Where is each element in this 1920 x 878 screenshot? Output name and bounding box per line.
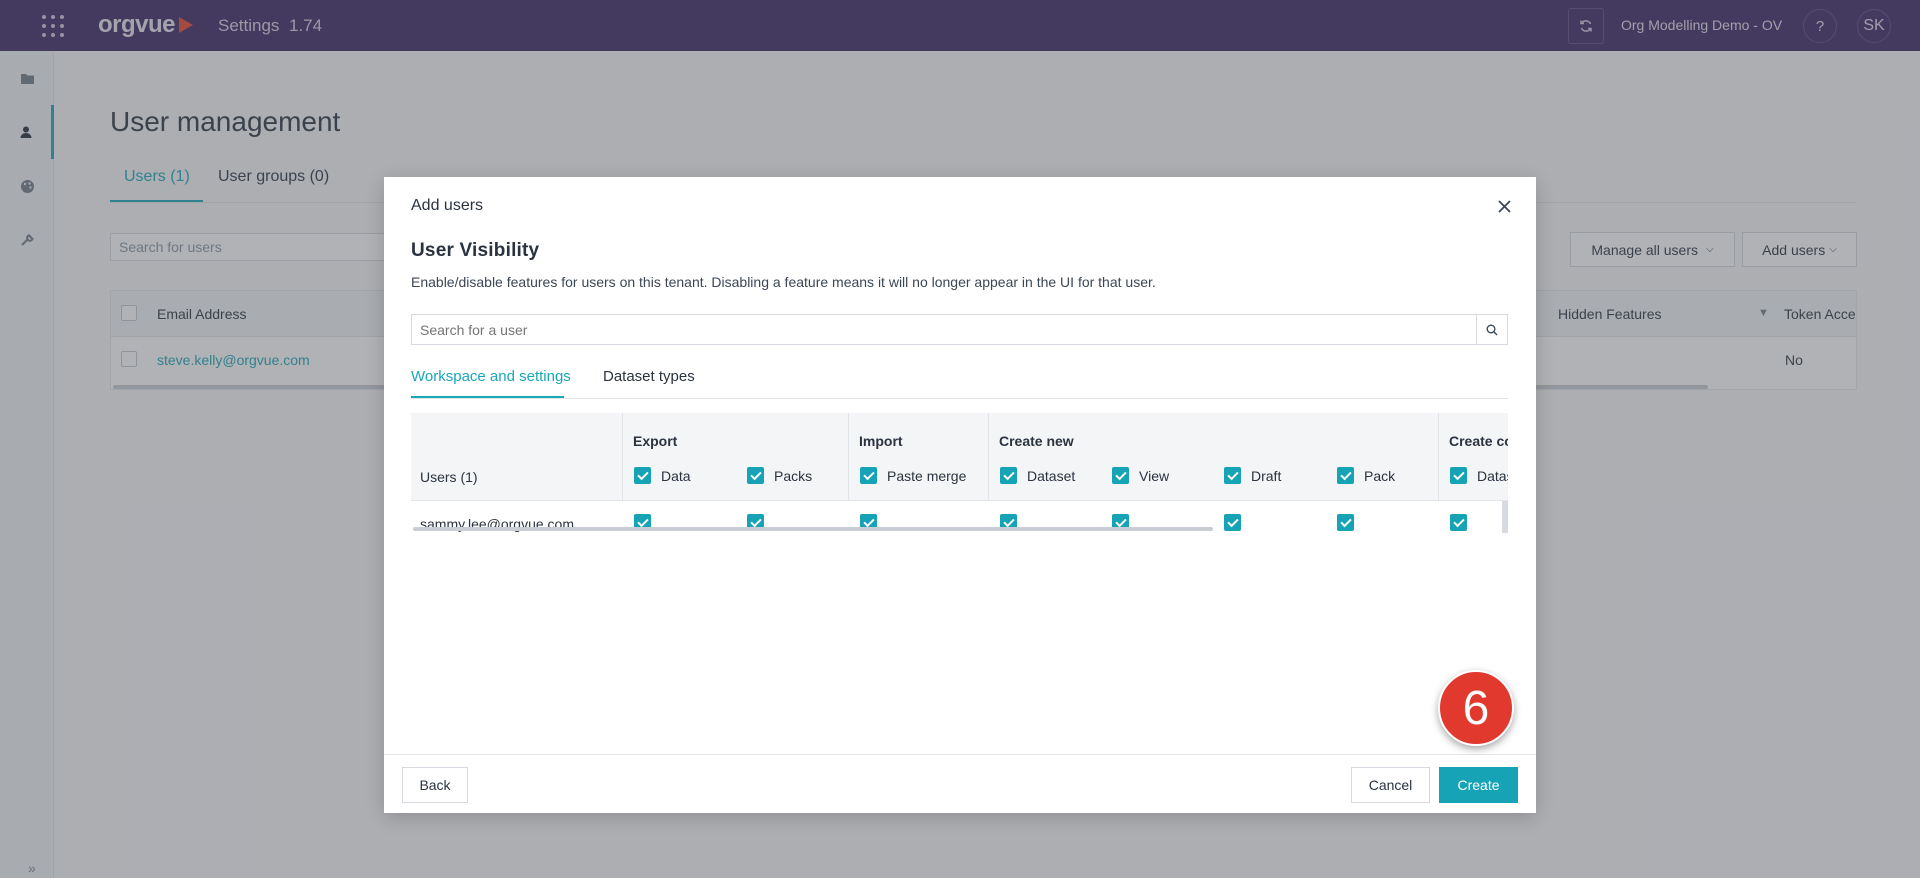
close-icon <box>1498 200 1511 213</box>
add-users-dialog: Add users User Visibility Enable/disable… <box>384 177 1536 813</box>
column-create-draft[interactable]: Draft <box>1224 467 1281 484</box>
column-create-view[interactable]: View <box>1112 467 1169 484</box>
checkbox-checked-icon[interactable] <box>747 467 764 484</box>
search-icon <box>1486 324 1498 335</box>
back-button[interactable]: Back <box>402 767 468 803</box>
column-create-dataset[interactable]: Dataset <box>1000 467 1075 484</box>
column-label: View <box>1139 467 1170 484</box>
column-create-co-datasets[interactable]: Datas <box>1450 467 1508 484</box>
checkbox-checked-icon[interactable] <box>634 467 651 484</box>
group-create-new: Create new <box>999 433 1074 449</box>
horizontal-scrollbar[interactable] <box>413 527 1213 531</box>
column-label: Packs <box>774 467 813 484</box>
checkbox-checked-icon[interactable] <box>1112 467 1129 484</box>
column-separator <box>622 413 623 501</box>
column-label: Pack <box>1364 467 1396 484</box>
section-heading: User Visibility <box>411 240 540 261</box>
dialog-title: Add users <box>411 197 484 214</box>
grid-header: Users (1) Export Data Packs Import Paste… <box>411 413 1508 501</box>
column-label: Dataset <box>1027 467 1076 484</box>
column-create-pack[interactable]: Pack <box>1337 467 1395 484</box>
checkbox-checked-icon[interactable] <box>1450 467 1467 484</box>
tab-workspace-and-settings[interactable]: Workspace and settings <box>411 368 571 385</box>
footer-divider <box>384 754 1536 755</box>
tab-dataset-types[interactable]: Dataset types <box>603 368 695 385</box>
column-label: Data <box>661 467 691 484</box>
column-separator <box>848 413 849 501</box>
row-checkbox-create-draft[interactable] <box>1224 514 1241 531</box>
cancel-button[interactable]: Cancel <box>1351 767 1430 803</box>
checkbox-checked-icon[interactable] <box>1000 467 1017 484</box>
group-import: Import <box>859 433 903 449</box>
group-export: Export <box>633 433 678 449</box>
user-search-input[interactable] <box>412 315 1476 344</box>
feature-visibility-grid: Users (1) Export Data Packs Import Paste… <box>411 413 1508 533</box>
column-label: Datas <box>1477 467 1508 484</box>
checkbox-checked-icon[interactable] <box>1224 467 1241 484</box>
close-button[interactable] <box>1498 195 1511 217</box>
column-label: Paste merge <box>887 467 967 484</box>
column-label: Draft <box>1251 467 1282 484</box>
section-description: Enable/disable features for users on thi… <box>411 274 1156 290</box>
column-separator <box>1438 413 1439 501</box>
create-button[interactable]: Create <box>1439 767 1518 803</box>
user-search-field <box>411 314 1508 345</box>
tabs-divider <box>411 398 1508 399</box>
column-export-data[interactable]: Data <box>634 467 691 484</box>
row-checkbox-create-co-datasets[interactable] <box>1450 514 1467 531</box>
step-marker-badge: 6 <box>1438 670 1514 746</box>
column-export-packs[interactable]: Packs <box>747 467 812 484</box>
checkbox-checked-icon[interactable] <box>860 467 877 484</box>
search-button[interactable] <box>1476 315 1507 344</box>
users-count-label: Users (1) <box>420 469 478 485</box>
checkbox-checked-icon[interactable] <box>1337 467 1354 484</box>
column-separator <box>988 413 989 501</box>
group-create-co: Create co <box>1449 433 1508 449</box>
row-checkbox-create-pack[interactable] <box>1337 514 1354 531</box>
column-import-paste-merge[interactable]: Paste merge <box>860 467 966 484</box>
vertical-scrollbar[interactable] <box>1502 501 1508 533</box>
